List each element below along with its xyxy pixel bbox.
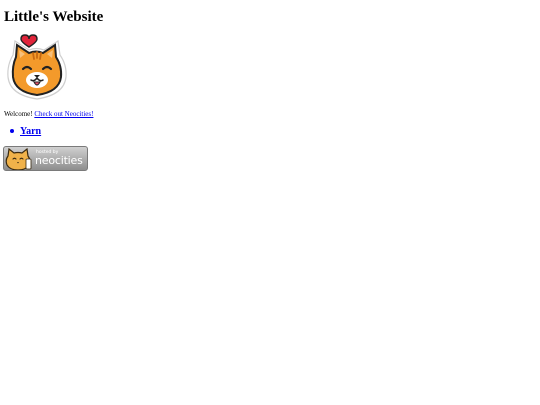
neocities-cat-icon bbox=[5, 147, 32, 170]
neocities-link[interactable]: Check out Neocities! bbox=[34, 110, 93, 118]
link-list: Yarn bbox=[0, 124, 41, 139]
bullet-icon bbox=[10, 129, 14, 133]
page: Little's Website Welcome! Check out Neoc… bbox=[0, 0, 540, 405]
welcome-text: Welcome! bbox=[4, 110, 35, 118]
badge-big-text: neocities bbox=[35, 154, 83, 167]
hosted-by-neocities-badge[interactable]: hosted by neocities bbox=[3, 146, 88, 171]
page-title: Little's Website bbox=[4, 9, 104, 25]
list-item: Yarn bbox=[0, 124, 41, 139]
cat-sticker-icon bbox=[7, 34, 67, 100]
yarn-link[interactable]: Yarn bbox=[20, 126, 41, 137]
welcome-line: Welcome! Check out Neocities! bbox=[4, 109, 93, 119]
